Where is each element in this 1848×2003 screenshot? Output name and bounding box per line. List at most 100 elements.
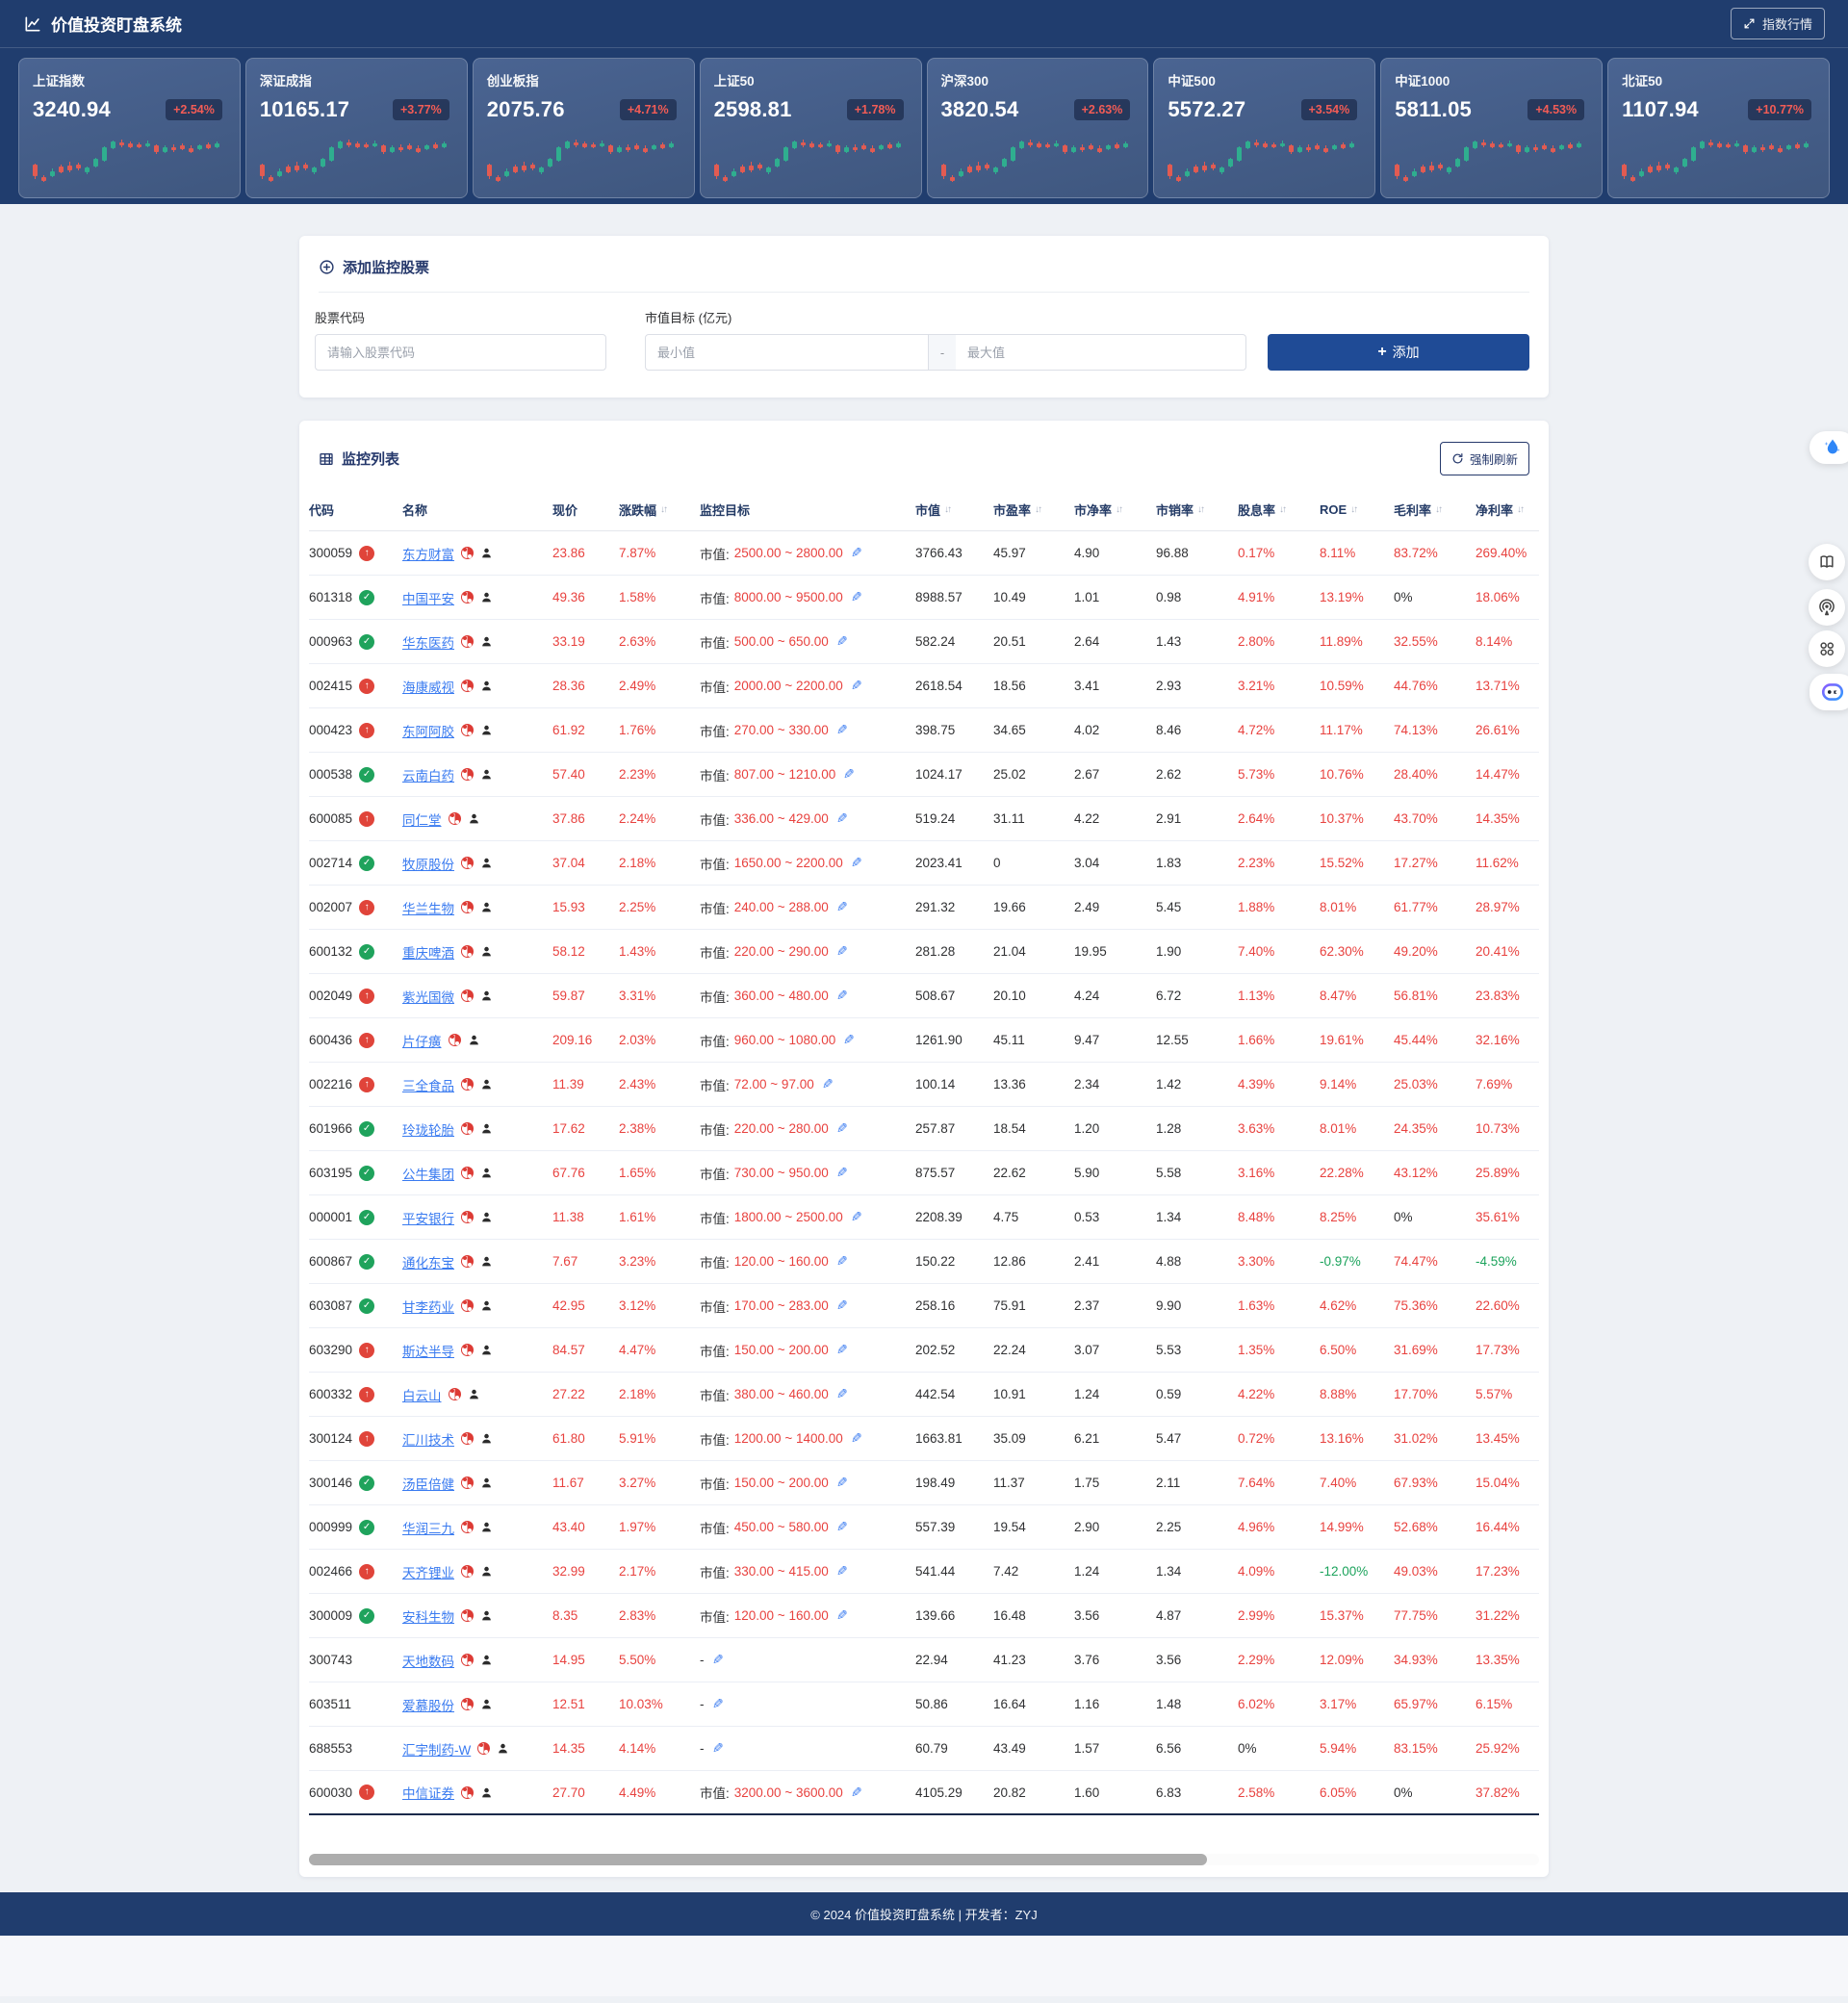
index-quotes-button[interactable]: 指数行情	[1731, 8, 1825, 39]
stock-name-link[interactable]: 华兰生物	[402, 898, 454, 917]
person-icon[interactable]	[480, 680, 493, 692]
sort-icon[interactable]: ↓↑	[1349, 504, 1356, 515]
taiji-icon[interactable]	[461, 547, 474, 559]
column-header[interactable]: 市销率↓↑	[1156, 501, 1238, 519]
edit-pencil-icon[interactable]: ✎	[851, 545, 862, 561]
edit-pencil-icon[interactable]: ✎	[836, 988, 848, 1004]
taiji-icon[interactable]	[461, 1654, 474, 1666]
column-header[interactable]: ROE↓↑	[1320, 502, 1394, 517]
column-header[interactable]: 净利率↓↑	[1476, 501, 1539, 519]
person-icon[interactable]	[480, 1122, 493, 1135]
edit-pencil-icon[interactable]: ✎	[851, 1430, 862, 1447]
stock-name-link[interactable]: 三全食品	[402, 1075, 454, 1094]
column-header[interactable]: 市值↓↑	[915, 501, 993, 519]
taiji-icon[interactable]	[449, 1388, 461, 1400]
index-card[interactable]: 中证10005811.05+4.53%	[1380, 58, 1603, 198]
edit-pencil-icon[interactable]: ✎	[836, 722, 848, 738]
person-icon[interactable]	[480, 724, 493, 736]
person-icon[interactable]	[480, 1344, 493, 1356]
edit-pencil-icon[interactable]: ✎	[836, 1386, 848, 1402]
sort-icon[interactable]: ↓↑	[1034, 504, 1040, 515]
edit-pencil-icon[interactable]: ✎	[836, 1607, 848, 1624]
index-card[interactable]: 北证501107.94+10.77%	[1607, 58, 1830, 198]
taiji-icon[interactable]	[461, 1565, 474, 1578]
stock-name-link[interactable]: 玲珑轮胎	[402, 1119, 454, 1139]
taiji-icon[interactable]	[449, 1034, 461, 1046]
taiji-icon[interactable]	[461, 1786, 474, 1799]
person-icon[interactable]	[480, 1299, 493, 1312]
stock-name-link[interactable]: 牧原股份	[402, 854, 454, 873]
book-button[interactable]	[1809, 544, 1845, 580]
stock-name-link[interactable]: 天地数码	[402, 1651, 454, 1670]
person-icon[interactable]	[480, 547, 493, 559]
person-icon[interactable]	[480, 1654, 493, 1666]
taiji-icon[interactable]	[461, 1477, 474, 1489]
edit-pencil-icon[interactable]: ✎	[836, 1519, 848, 1535]
ai-robot-button[interactable]	[1810, 674, 1848, 710]
edit-pencil-icon[interactable]: ✎	[851, 1785, 862, 1801]
stock-name-link[interactable]: 紫光国微	[402, 987, 454, 1006]
edit-pencil-icon[interactable]: ✎	[836, 943, 848, 960]
edit-pencil-icon[interactable]: ✎	[836, 633, 848, 650]
person-icon[interactable]	[480, 1565, 493, 1578]
index-card[interactable]: 沪深3003820.54+2.63%	[927, 58, 1149, 198]
stock-name-link[interactable]: 汇川技术	[402, 1429, 454, 1449]
index-card[interactable]: 上证指数3240.94+2.54%	[18, 58, 241, 198]
edit-pencil-icon[interactable]: ✎	[843, 1032, 855, 1048]
min-value-input[interactable]	[645, 334, 929, 371]
taiji-icon[interactable]	[461, 1299, 474, 1312]
taiji-icon[interactable]	[461, 591, 474, 603]
column-header[interactable]: 涨跌幅↓↑	[619, 501, 700, 519]
stock-name-link[interactable]: 东方财富	[402, 544, 454, 563]
edit-pencil-icon[interactable]: ✎	[712, 1652, 724, 1668]
edit-pencil-icon[interactable]: ✎	[851, 855, 862, 871]
podcast-button[interactable]	[1809, 589, 1845, 626]
person-icon[interactable]	[480, 1211, 493, 1223]
person-icon[interactable]	[480, 857, 493, 869]
edit-pencil-icon[interactable]: ✎	[836, 1342, 848, 1358]
sort-icon[interactable]: ↓↑	[943, 504, 950, 515]
stock-name-link[interactable]: 安科生物	[402, 1606, 454, 1626]
stock-name-link[interactable]: 白云山	[402, 1385, 442, 1404]
edit-pencil-icon[interactable]: ✎	[851, 589, 862, 605]
person-icon[interactable]	[480, 635, 493, 648]
taiji-icon[interactable]	[461, 989, 474, 1002]
index-card[interactable]: 深证成指10165.17+3.77%	[245, 58, 468, 198]
edit-pencil-icon[interactable]: ✎	[712, 1740, 724, 1757]
taiji-icon[interactable]	[461, 857, 474, 869]
taiji-icon[interactable]	[461, 1255, 474, 1268]
edit-pencil-icon[interactable]: ✎	[836, 899, 848, 915]
edit-pencil-icon[interactable]: ✎	[836, 1165, 848, 1181]
scrollbar-thumb[interactable]	[309, 1854, 1207, 1865]
edit-pencil-icon[interactable]: ✎	[836, 1120, 848, 1137]
taiji-icon[interactable]	[461, 1344, 474, 1356]
person-icon[interactable]	[480, 1609, 493, 1622]
person-icon[interactable]	[480, 945, 493, 958]
index-card[interactable]: 创业板指2075.76+4.71%	[473, 58, 695, 198]
stock-name-link[interactable]: 通化东宝	[402, 1252, 454, 1271]
column-header[interactable]: 市净率↓↑	[1074, 501, 1156, 519]
person-icon[interactable]	[497, 1742, 509, 1755]
edit-pencil-icon[interactable]: ✎	[836, 1563, 848, 1579]
taiji-icon[interactable]	[461, 1432, 474, 1445]
column-header[interactable]: 毛利率↓↑	[1394, 501, 1476, 519]
edit-pencil-icon[interactable]: ✎	[822, 1076, 834, 1092]
stock-name-link[interactable]: 华润三九	[402, 1518, 454, 1537]
edit-pencil-icon[interactable]: ✎	[843, 766, 855, 783]
sort-icon[interactable]: ↓↑	[1278, 504, 1285, 515]
stock-name-link[interactable]: 爱慕股份	[402, 1695, 454, 1714]
stock-name-link[interactable]: 中国平安	[402, 588, 454, 607]
taiji-icon[interactable]	[461, 635, 474, 648]
edit-pencil-icon[interactable]: ✎	[851, 1209, 862, 1225]
taiji-icon[interactable]	[477, 1742, 490, 1755]
stock-name-link[interactable]: 云南白药	[402, 765, 454, 784]
force-refresh-button[interactable]: 强制刷新	[1440, 442, 1529, 475]
person-icon[interactable]	[480, 768, 493, 781]
person-icon[interactable]	[480, 1521, 493, 1533]
column-header[interactable]: 市盈率↓↑	[993, 501, 1074, 519]
person-icon[interactable]	[480, 989, 493, 1002]
stock-name-link[interactable]: 斯达半导	[402, 1341, 454, 1360]
person-icon[interactable]	[480, 1167, 493, 1179]
index-card[interactable]: 上证502598.81+1.78%	[700, 58, 922, 198]
taiji-icon[interactable]	[449, 812, 461, 825]
